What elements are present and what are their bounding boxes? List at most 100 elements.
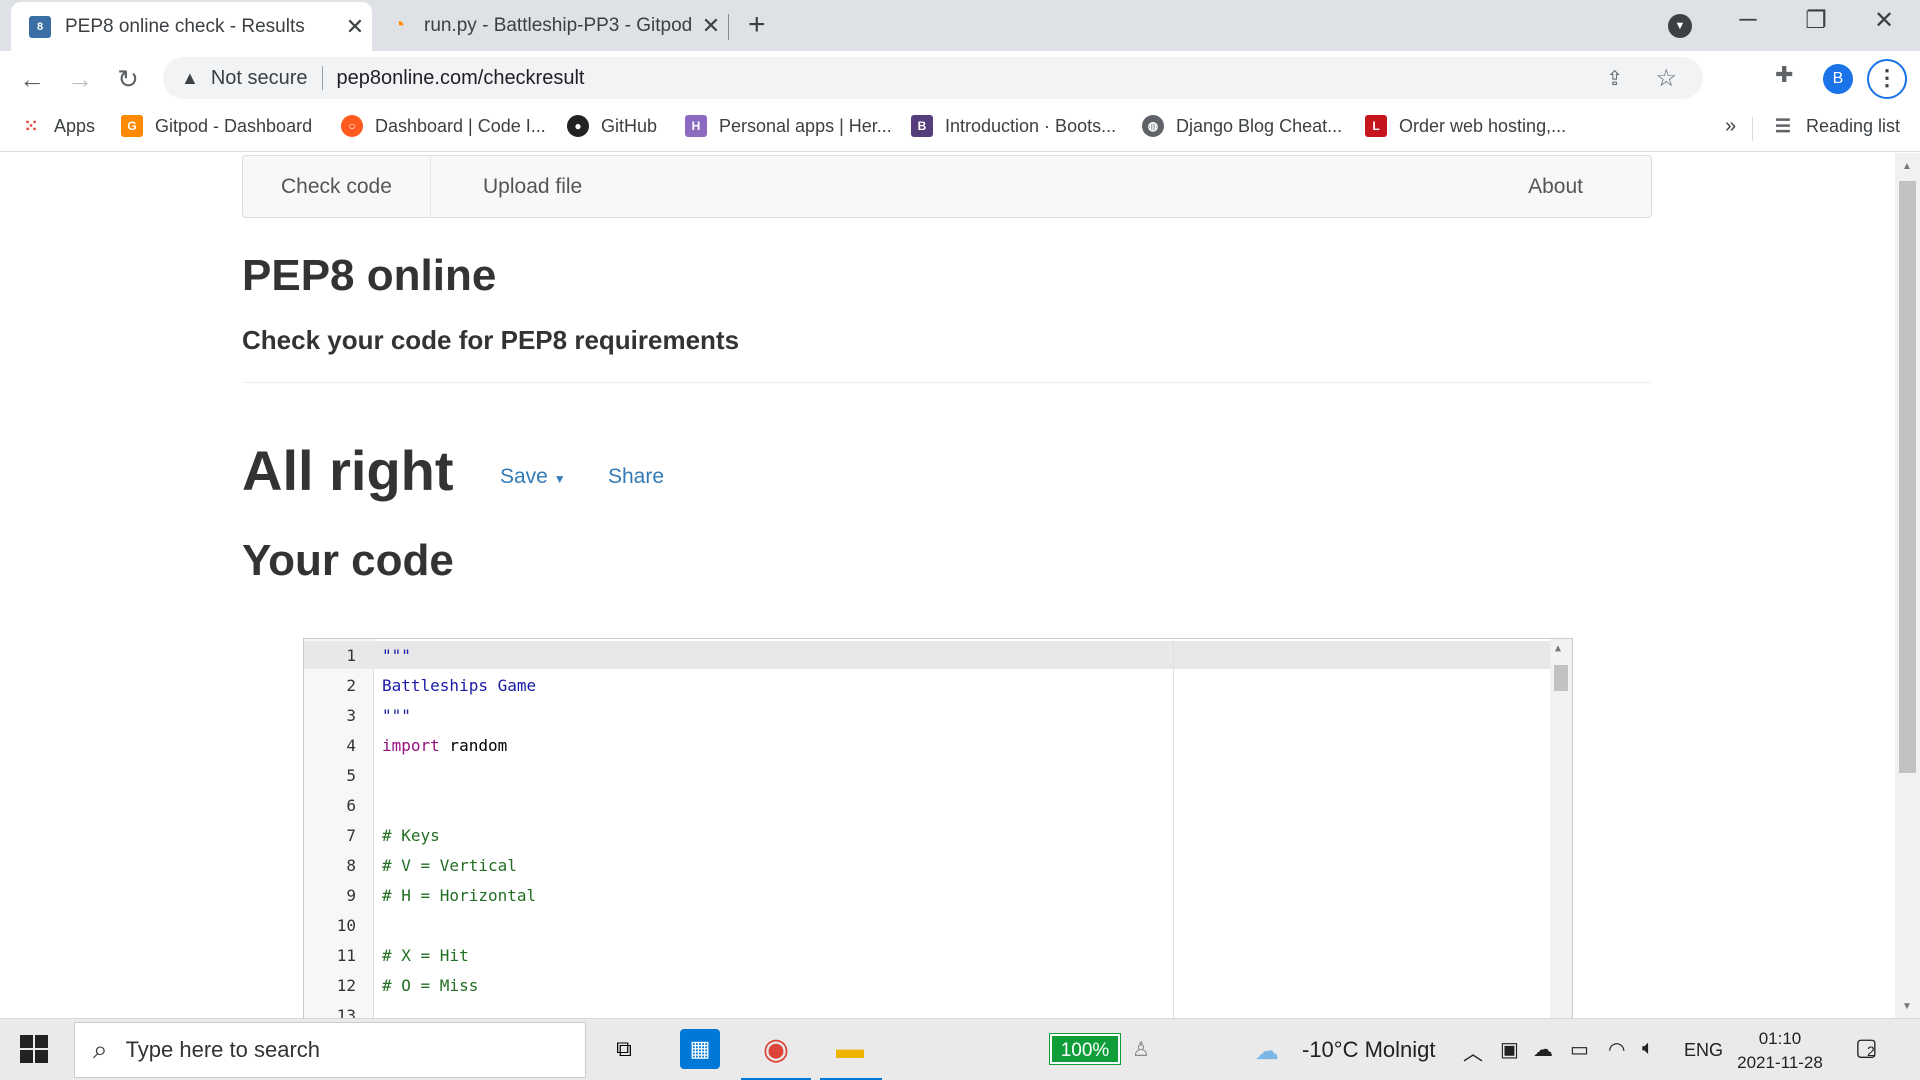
bookmark-github[interactable]: ● GitHub <box>567 115 657 137</box>
task-view-icon[interactable]: ⧉ <box>604 1029 644 1069</box>
bookmark-bootstrap[interactable]: B Introduction · Boots... <box>911 115 1116 137</box>
string-token: """ <box>382 646 411 665</box>
warning-icon[interactable]: ▲ <box>181 68 199 89</box>
tab-search-icon[interactable]: ▼ <box>1668 14 1692 38</box>
reading-list-button[interactable]: ☰ Reading list <box>1772 115 1900 137</box>
clock[interactable]: 01:10 2021-11-28 <box>1735 1027 1825 1075</box>
clock-time: 01:10 <box>1758 1029 1802 1048</box>
bookmark-apps[interactable]: ⁙ Apps <box>20 115 95 137</box>
new-tab-button[interactable]: + <box>748 8 766 42</box>
close-window-button[interactable]: ✕ <box>1850 6 1918 35</box>
bookmark-label: Gitpod - Dashboard <box>155 115 313 136</box>
chrome-icon[interactable]: ◉ <box>756 1029 796 1069</box>
caret-down-icon: ▼ <box>553 472 566 486</box>
code-line[interactable]: 6 <box>304 791 1551 821</box>
battery-indicator[interactable]: 100% <box>1049 1033 1121 1065</box>
browser-menu-icon[interactable]: ⋮ <box>1867 59 1907 99</box>
language-indicator[interactable]: ENG <box>1684 1040 1723 1061</box>
string-token: """ <box>382 706 411 725</box>
bookmark-star-icon[interactable]: ☆ <box>1655 64 1677 93</box>
code-line[interactable]: 13 <box>304 1001 1551 1018</box>
comment-token: # V = Vertical <box>382 856 517 875</box>
scroll-up-icon[interactable]: ▲ <box>1555 643 1561 654</box>
url-text[interactable]: pep8online.com/checkresult <box>337 67 585 90</box>
code-institute-icon: ○ <box>341 115 363 137</box>
weather-text[interactable]: -10°C Molnigt <box>1302 1037 1436 1063</box>
extensions-icon[interactable]: ✚ <box>1775 62 1793 88</box>
editor-scroll-thumb[interactable] <box>1554 665 1568 691</box>
gitpod-icon: G <box>121 115 143 137</box>
profile-avatar[interactable]: B <box>1823 64 1853 94</box>
bookmark-django[interactable]: ◍ Django Blog Cheat... <box>1142 115 1342 137</box>
store-icon[interactable]: ▦ <box>680 1029 720 1069</box>
page-scrollbar[interactable]: ▲ ▼ <box>1895 153 1920 1018</box>
restore-button[interactable]: ❐ <box>1782 6 1850 35</box>
reading-list-icon: ☰ <box>1774 115 1792 136</box>
comment-token: # Keys <box>382 826 440 845</box>
meet-now-icon[interactable]: ▣ <box>1500 1037 1519 1062</box>
security-label[interactable]: Not secure <box>211 67 308 90</box>
code-line[interactable]: 4 import random <box>304 731 1551 761</box>
bookmark-code-institute[interactable]: ○ Dashboard | Code I... <box>341 115 546 137</box>
back-button[interactable]: ← <box>14 61 50 97</box>
bookmark-label: Personal apps | Her... <box>719 115 892 136</box>
code-text: # X = Hit <box>382 941 469 971</box>
bookmark-gitpod[interactable]: G Gitpod - Dashboard <box>121 115 312 137</box>
forward-button[interactable]: → <box>62 61 98 97</box>
site-navbar: Check code Upload file About <box>242 155 1652 218</box>
tab-title: run.py - Battleship-PP3 - Gitpod <box>424 14 693 36</box>
code-line[interactable]: 10 <box>304 911 1551 941</box>
bookmark-heroku[interactable]: H Personal apps | Her... <box>685 115 892 137</box>
share-link[interactable]: Share <box>608 465 664 489</box>
start-button[interactable] <box>20 1035 50 1065</box>
code-line[interactable]: 1 """ <box>304 641 1551 671</box>
nav-about[interactable]: About <box>1490 156 1621 217</box>
line-number: 11 <box>336 946 356 965</box>
more-bookmarks-button[interactable]: » <box>1725 115 1736 138</box>
string-token: Battleships Game <box>382 676 537 695</box>
save-dropdown-button[interactable]: Save ▼ <box>500 465 566 489</box>
editor-scrollbar[interactable]: ▲ <box>1550 639 1572 1018</box>
wifi-icon[interactable]: ◠ <box>1608 1037 1625 1062</box>
bookmark-label: GitHub <box>601 115 658 136</box>
code-line[interactable]: 9 # H = Horizontal <box>304 881 1551 911</box>
scroll-up-icon[interactable]: ▲ <box>1902 161 1912 172</box>
line-number: 1 <box>346 646 356 665</box>
notifications-icon[interactable]: 2 ▢ <box>1855 1033 1878 1062</box>
bookmarks-bar: ⁙ Apps G Gitpod - Dashboard ○ Dashboard … <box>0 105 1920 152</box>
nav-upload-file[interactable]: Upload file <box>445 156 620 217</box>
nav-check-code[interactable]: Check code <box>243 156 431 217</box>
bootstrap-icon: B <box>911 115 933 137</box>
battery-icon[interactable]: ▭ <box>1570 1037 1589 1062</box>
file-explorer-icon[interactable]: ▬ <box>830 1029 870 1069</box>
close-tab-icon[interactable]: ✕ <box>694 13 728 39</box>
code-editor[interactable]: 1 """ 2 Battleships Game 3 """ 4 import random 5… <box>303 638 1573 1018</box>
reload-button[interactable]: ↻ <box>110 61 146 97</box>
page-scroll-thumb[interactable] <box>1899 181 1916 773</box>
onedrive-icon[interactable]: ☁ <box>1533 1037 1553 1062</box>
code-line[interactable]: 3 """ <box>304 701 1551 731</box>
taskbar-search[interactable]: ⌕ Type here to search <box>74 1022 586 1078</box>
page-title: PEP8 online <box>242 251 497 300</box>
close-tab-icon[interactable]: ✕ <box>338 14 372 40</box>
code-line[interactable]: 2 Battleships Game <box>304 671 1551 701</box>
windows-taskbar: ⌕ Type here to search ⧉ ▦ ◉ ▬ 100% ♙ ☁ -… <box>0 1018 1920 1080</box>
bookmark-hosting[interactable]: L Order web hosting,... <box>1365 115 1566 137</box>
tab-gitpod[interactable]: ◔ run.py - Battleship-PP3 - Gitpod ✕ <box>378 0 728 51</box>
code-line[interactable]: 8 # V = Vertical <box>304 851 1551 881</box>
show-hidden-icons-icon[interactable]: ︿ <box>1463 1037 1483 1066</box>
scroll-down-icon[interactable]: ▼ <box>1902 1001 1912 1012</box>
address-bar[interactable]: ▲ Not secure pep8online.com/checkresult … <box>163 57 1703 99</box>
search-icon: ⌕ <box>93 1034 108 1064</box>
volume-icon[interactable]: 🔈︎ <box>1642 1037 1654 1060</box>
code-line[interactable]: 12 # O = Miss <box>304 971 1551 1001</box>
search-placeholder: Type here to search <box>125 1037 321 1062</box>
minimize-button[interactable]: ─ <box>1714 6 1782 34</box>
share-icon[interactable]: ⇪ <box>1606 66 1623 91</box>
tab-pep8-results[interactable]: 8 PEP8 online check - Results ✕ <box>11 2 372 51</box>
code-line[interactable]: 5 <box>304 761 1551 791</box>
code-line[interactable]: 7 # Keys <box>304 821 1551 851</box>
code-line[interactable]: 11 # X = Hit <box>304 941 1551 971</box>
bookmark-label: Introduction · Boots... <box>945 115 1117 136</box>
heroku-icon: H <box>685 115 707 137</box>
